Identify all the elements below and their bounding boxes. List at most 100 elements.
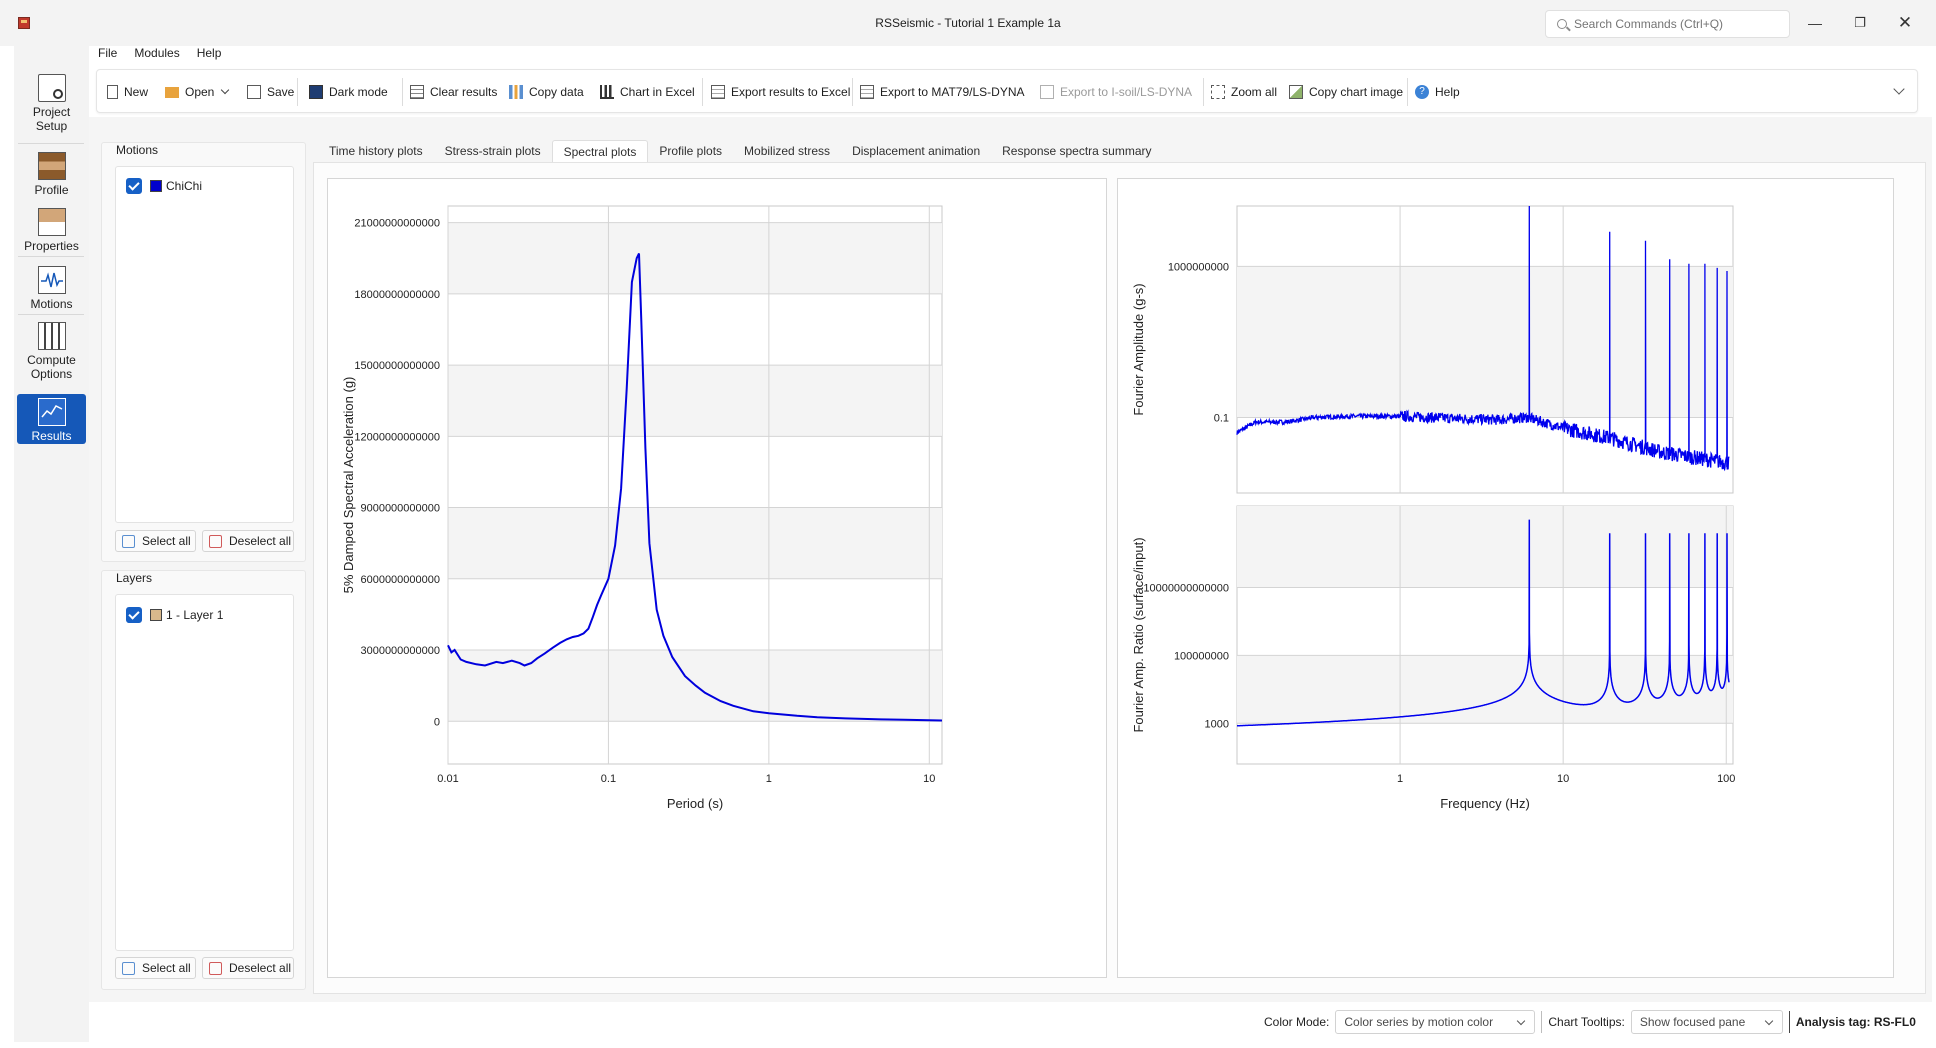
clear-results-icon [410, 85, 424, 99]
copy-data-button[interactable]: Copy data [509, 82, 584, 102]
bar-chart-icon [600, 85, 614, 99]
chevron-down-icon [1893, 83, 1905, 95]
rail-item-properties[interactable]: Properties [17, 208, 86, 253]
color-mode-select[interactable]: Color series by motion color [1335, 1010, 1536, 1034]
y-tick-label: 1000 [1205, 718, 1229, 730]
project-setup-icon [37, 74, 66, 102]
tab-stress-strain-plots[interactable]: Stress-strain plots [434, 140, 552, 162]
export-dyna-icon [860, 85, 874, 99]
layers-title: Layers [116, 571, 153, 585]
new-file-icon [107, 85, 118, 99]
layer-color-swatch [150, 609, 162, 621]
rail-item-profile[interactable]: Profile [17, 152, 86, 197]
tab-spectral-plots[interactable]: Spectral plots [551, 140, 649, 162]
export-results-excel-button[interactable]: Export results to Excel [711, 82, 850, 102]
spectral-acceleration-chart[interactable]: 0 3000000000000 6000000000000 9000000000000… [328, 179, 1106, 977]
minimize-icon: — [1808, 15, 1822, 31]
x-tick-label: 1 [1397, 773, 1403, 785]
tab-displacement-animation[interactable]: Displacement animation [841, 140, 991, 162]
deselect-all-icon [209, 535, 222, 548]
rail-item-project-setup[interactable]: Project Setup [17, 74, 86, 133]
tab-time-history-plots[interactable]: Time history plots [318, 140, 434, 162]
motion-label: ChiChi [166, 179, 203, 193]
plot-band [448, 222, 942, 294]
y-tick-label: 12000000000000 [354, 431, 440, 443]
compute-options-icon [37, 322, 66, 350]
copy-chart-image-button[interactable]: Copy chart image [1289, 82, 1403, 102]
menu-modules[interactable]: Modules [134, 46, 179, 66]
export-mat79-button[interactable]: Export to MAT79/LS-DYNA [860, 82, 1025, 102]
x-tick-label: 0.01 [437, 773, 458, 785]
motions-select-all-button[interactable]: Select all [115, 530, 196, 552]
tab-response-spectra-summary[interactable]: Response spectra summary [991, 140, 1162, 162]
list-item[interactable]: 1 - Layer 1 [126, 606, 223, 624]
restore-icon: ❐ [1854, 15, 1866, 30]
toolbar-overflow-button[interactable] [1893, 82, 1905, 102]
spectral-acceleration-chart-pane[interactable]: 0 3000000000000 6000000000000 9000000000000… [327, 178, 1107, 978]
save-button[interactable]: Save [247, 82, 294, 102]
chart-tooltips-select[interactable]: Show focused pane [1630, 1010, 1783, 1034]
motion-color-swatch [150, 180, 162, 192]
tab-profile-plots[interactable]: Profile plots [648, 140, 733, 162]
motions-deselect-all-button[interactable]: Deselect all [202, 530, 294, 552]
help-icon: ? [1415, 85, 1429, 99]
y-tick-label: 10000000000000 [1143, 582, 1229, 594]
help-button[interactable]: ? Help [1415, 82, 1460, 102]
plot-band [1237, 655, 1733, 724]
fourier-charts[interactable]: 0.1 1000000000 Fourier Amplitude (g-s) 1000… [1118, 179, 1893, 977]
list-item[interactable]: ChiChi [126, 177, 202, 195]
select-all-icon [122, 535, 135, 548]
dark-mode-button[interactable]: Dark mode [309, 82, 388, 102]
menu-file[interactable]: File [98, 46, 117, 66]
status-bar: Color Mode: Color series by motion color… [1240, 1010, 1916, 1034]
y-tick-label: 15000000000000 [354, 360, 440, 372]
y-axis-label: Fourier Amp. Ratio (surface/input) [1131, 537, 1146, 732]
new-button[interactable]: New [107, 82, 148, 102]
rail-item-results[interactable]: Results [17, 394, 86, 444]
menu-bar: File Modules Help [98, 46, 221, 66]
x-tick-label: 10 [1557, 773, 1569, 785]
layers-list: 1 - Layer 1 [115, 594, 294, 951]
zoom-all-button[interactable]: Zoom all [1211, 82, 1277, 102]
motion-checkbox[interactable] [126, 178, 142, 194]
layer-checkbox[interactable] [126, 607, 142, 623]
x-axis-label: Period (s) [667, 796, 723, 811]
plot-band [1237, 506, 1733, 588]
restore-button[interactable]: ❐ [1840, 10, 1880, 36]
plot-band [448, 507, 942, 579]
menu-help[interactable]: Help [197, 46, 222, 66]
y-tick-label: 0 [434, 716, 440, 728]
export-excel-icon [711, 85, 725, 99]
command-search-box[interactable] [1545, 10, 1790, 38]
save-icon [247, 85, 261, 99]
layers-select-all-button[interactable]: Select all [115, 957, 196, 979]
clear-results-button[interactable]: Clear results [410, 82, 497, 102]
command-search-input[interactable] [1574, 15, 1784, 33]
select-all-icon [122, 962, 135, 975]
rail-item-label: Compute Options [27, 353, 76, 381]
title-bar: RSSeismic - Tutorial 1 Example 1a — ❐ ✕ [0, 0, 1936, 46]
y-tick-label: 18000000000000 [354, 289, 440, 301]
open-button[interactable]: Open [165, 82, 230, 102]
y-tick-label: 0.1 [1214, 412, 1229, 424]
motions-list: ChiChi [115, 166, 294, 523]
profile-icon [37, 152, 66, 180]
chevron-down-icon[interactable] [221, 85, 230, 95]
rail-item-label: Motions [30, 297, 73, 311]
tab-mobilized-stress[interactable]: Mobilized stress [733, 140, 841, 162]
rail-item-compute-options[interactable]: Compute Options [17, 322, 86, 381]
chart-in-excel-button[interactable]: Chart in Excel [600, 82, 695, 102]
export-isoil-button[interactable]: Export to I-soil/LS-DYNA [1040, 82, 1192, 102]
fourier-chart-pane[interactable]: 0.1 1000000000 Fourier Amplitude (g-s) 1000… [1117, 178, 1894, 978]
rail-item-motions[interactable]: Motions [17, 266, 86, 311]
chart-tooltips-label: Chart Tooltips: [1548, 1015, 1625, 1029]
analysis-tag: Analysis tag: RS-FL0 [1795, 1015, 1916, 1029]
minimize-button[interactable]: — [1795, 10, 1835, 36]
x-axis-label: Frequency (Hz) [1440, 796, 1530, 811]
layers-deselect-all-button[interactable]: Deselect all [202, 957, 294, 979]
close-button[interactable]: ✕ [1885, 10, 1925, 36]
y-tick-label: 1000000000 [1168, 261, 1229, 273]
results-tabs: Time history plots Stress-strain plots S… [318, 140, 1163, 162]
search-icon [1557, 19, 1567, 29]
rail-item-label: Properties [24, 239, 79, 253]
